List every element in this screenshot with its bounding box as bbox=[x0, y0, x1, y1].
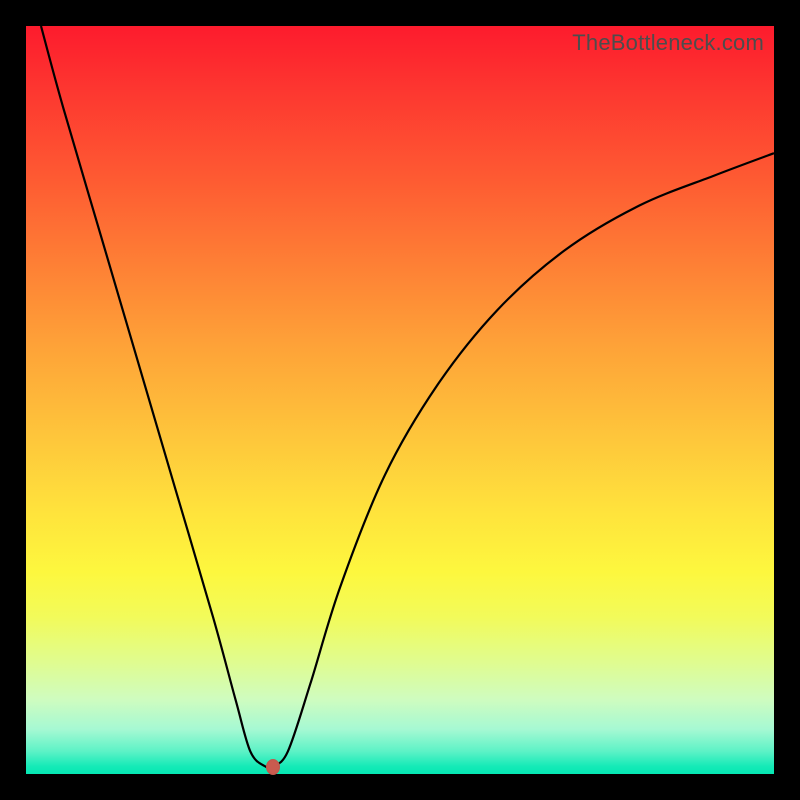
optimal-point-marker bbox=[266, 759, 280, 775]
bottleneck-curve bbox=[41, 26, 774, 768]
curve-svg bbox=[26, 26, 774, 774]
plot-area: TheBottleneck.com bbox=[26, 26, 774, 774]
chart-frame: TheBottleneck.com bbox=[0, 0, 800, 800]
